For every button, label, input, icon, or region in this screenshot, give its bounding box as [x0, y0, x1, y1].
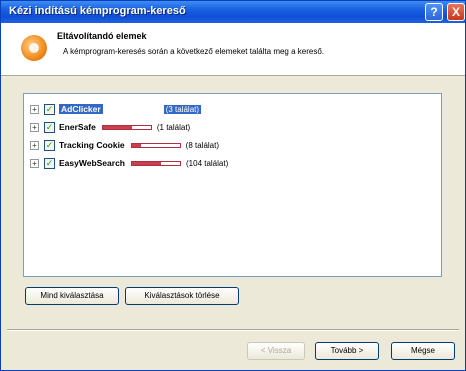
item-checkbox[interactable]: ✓ — [44, 139, 55, 151]
severity-bar — [131, 160, 181, 166]
divider — [7, 329, 459, 331]
item-name: Tracking Cookie — [59, 140, 125, 150]
tree-item-tracking-cookie[interactable]: + ✓ Tracking Cookie (8 találat) — [30, 138, 219, 152]
item-name: AdClicker — [59, 104, 103, 114]
expand-plus-icon[interactable]: + — [30, 122, 39, 132]
item-name: EnerSafe — [59, 122, 96, 132]
title-bar[interactable]: Kézi indítású kémprogram-kereső ? X — [1, 1, 465, 23]
close-button[interactable]: X — [447, 3, 465, 21]
wizard-header: Eltávolítandó elemek A kémprogram-keresé… — [1, 23, 465, 76]
wizard-window: Kézi indítású kémprogram-kereső ? X Eltá… — [0, 0, 466, 371]
severity-bar — [108, 106, 159, 112]
severity-bar-fill — [109, 107, 158, 111]
tree-item-easywebsearch[interactable]: + ✓ EasyWebSearch (104 találat) — [30, 156, 228, 170]
item-count: (8 találat) — [185, 140, 220, 150]
expand-plus-icon[interactable]: + — [30, 140, 39, 150]
item-checkbox[interactable]: ✓ — [44, 121, 55, 133]
header-title: Eltávolítandó elemek — [57, 31, 147, 41]
item-count: (1 találat) — [156, 122, 191, 132]
tree-item-adclicker[interactable]: + ✓ AdClicker (3 találat) — [30, 102, 202, 116]
header-description: A kémprogram-keresés során a következő e… — [63, 47, 325, 56]
item-checkbox[interactable]: ✓ — [44, 157, 55, 169]
item-count: (3 találat) — [163, 104, 202, 114]
severity-bar — [101, 124, 152, 130]
severity-bar-fill — [132, 161, 161, 165]
severity-bar — [130, 142, 181, 148]
back-button[interactable]: < Vissza — [247, 342, 305, 360]
clear-selection-button[interactable]: Kiválasztások törlése — [125, 287, 239, 305]
window-title: Kézi indítású kémprogram-kereső — [9, 5, 186, 17]
severity-bar-fill — [102, 125, 132, 129]
wizard-orange-icon — [21, 35, 47, 61]
help-button[interactable]: ? — [425, 3, 443, 21]
severity-bar-fill — [131, 143, 142, 147]
next-button[interactable]: Tovább > — [315, 342, 379, 360]
results-tree[interactable]: + ✓ AdClicker (3 találat) + ✓ EnerSafe (… — [23, 93, 442, 277]
select-all-button[interactable]: Mind kiválasztása — [25, 287, 119, 305]
item-count: (104 találat) — [186, 158, 229, 168]
item-checkbox[interactable]: ✓ — [44, 103, 55, 115]
expand-plus-icon[interactable]: + — [30, 158, 39, 168]
item-name: EasyWebSearch — [59, 158, 125, 168]
cancel-button[interactable]: Mégse — [391, 342, 455, 360]
tree-item-enersafe[interactable]: + ✓ EnerSafe (1 találat) — [30, 120, 190, 134]
expand-plus-icon[interactable]: + — [30, 104, 39, 114]
